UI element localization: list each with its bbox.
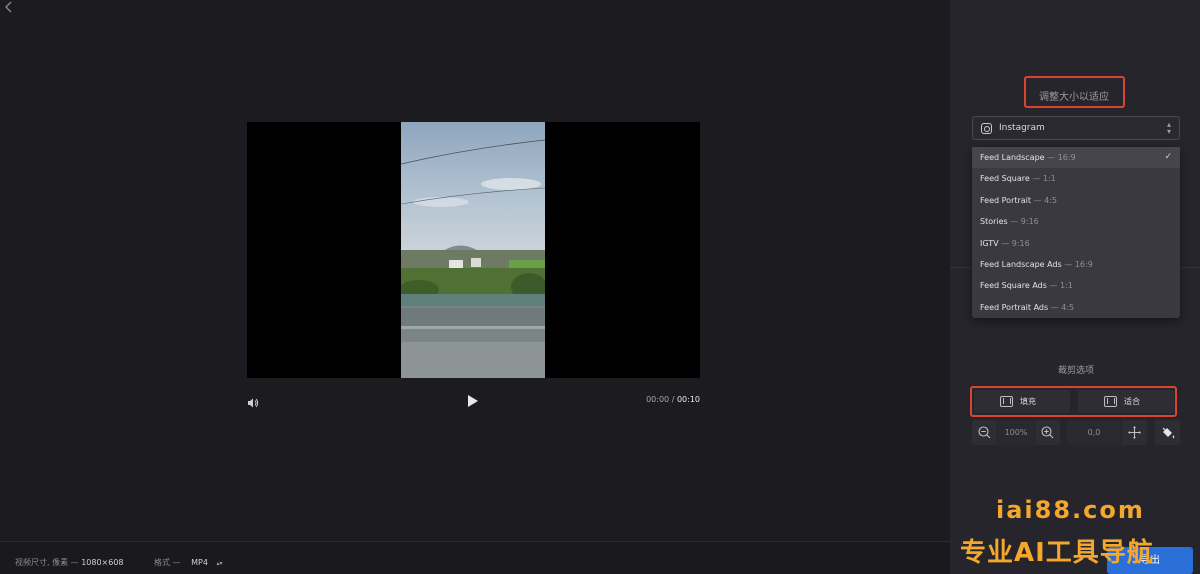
time-separator: / — [671, 395, 675, 404]
format-option-name: Feed Square — [980, 174, 1030, 184]
format-label: 格式 — — [154, 558, 181, 567]
zoom-in-icon — [1041, 426, 1054, 439]
player-controls: 00:00 / 00:10 — [247, 392, 700, 410]
chevron-updown-icon: ▴▾ — [1166, 120, 1171, 136]
format-option[interactable]: Stories — 9:16 — [972, 211, 1180, 232]
format-dropdown: Feed Landscape — 16:9 ✓ Feed Square — 1:1 F… — [972, 147, 1180, 318]
fill-icon — [1000, 396, 1013, 407]
back-arrow-icon[interactable] — [4, 1, 20, 17]
format-option[interactable]: IGTV — 9:16 — [972, 233, 1180, 254]
paint-bucket-icon — [1162, 427, 1175, 439]
play-icon[interactable] — [467, 393, 481, 409]
move-button[interactable] — [1122, 420, 1147, 445]
export-button[interactable]: 导出 — [1107, 547, 1193, 574]
resize-title: 调整大小以适应 — [1039, 92, 1109, 103]
format-option-ratio: — 9:16 — [1010, 217, 1039, 227]
zoom-value[interactable]: 100% — [998, 420, 1034, 445]
format-option[interactable]: Feed Portrait Ads — 4:5 — [972, 297, 1180, 318]
format-option-name: Feed Landscape Ads — [980, 259, 1062, 269]
format-option-ratio: — 1:1 — [1049, 281, 1073, 291]
background-color-button[interactable] — [1155, 420, 1180, 445]
chevron-updown-icon: ▴▾ — [216, 560, 223, 567]
fit-icon — [1104, 396, 1117, 407]
video-preview — [247, 122, 700, 378]
format-option-ratio: — 1:1 — [1032, 174, 1056, 184]
video-dimensions: 视频尺寸, 像素 — 1080×608 — [15, 557, 124, 568]
crop-fit-button[interactable]: 适合 — [1078, 390, 1174, 413]
format-option-ratio: — 16:9 — [1047, 153, 1076, 162]
format-option-name: Stories — [980, 217, 1008, 227]
status-bar: 视频尺寸, 像素 — 1080×608 格式 — MP4 ▴▾ — [0, 541, 950, 574]
crop-options-title: 裁剪选项 — [1057, 366, 1094, 376]
video-dimensions-label: 视频尺寸, 像素 — — [15, 558, 79, 567]
instagram-icon — [981, 123, 992, 134]
crop-fill-button[interactable]: 填充 — [974, 390, 1070, 413]
position-value[interactable]: 0,0 — [1067, 420, 1121, 445]
format-value: MP4 — [191, 558, 208, 567]
zoom-controls: 100% 0,0 — [972, 420, 1180, 445]
crop-fill-label: 填充 — [1020, 397, 1036, 406]
format-option-name: Feed Portrait Ads — [980, 302, 1049, 312]
video-dimensions-value: 1080×608 — [81, 558, 124, 567]
format-option-ratio: — 4:5 — [1033, 195, 1058, 205]
platform-select-label: Instagram — [999, 123, 1045, 133]
total-time: 00:10 — [676, 395, 700, 404]
format-option-name: Feed Square Ads — [980, 281, 1047, 291]
preview-area: 00:00 / 00:10 — [0, 0, 950, 541]
format-option-ratio: — 4:5 — [1050, 302, 1075, 312]
format-option-name: Feed Landscape — [980, 153, 1045, 162]
video-frame-image — [401, 122, 545, 378]
video-resizer-app: 00:00 / 00:10 调整大小以适应 Instagram ▴ ▾ Feed … — [0, 0, 1200, 574]
format-option-name: IGTV — [980, 238, 999, 248]
format-option-name: Feed Portrait — [980, 195, 1032, 205]
zoom-out-button[interactable] — [972, 420, 997, 445]
volume-icon[interactable] — [247, 394, 259, 408]
format-option[interactable]: Feed Square Ads — 1:1 — [972, 275, 1180, 296]
check-icon: ✓ — [1164, 152, 1172, 162]
format-option[interactable]: Feed Landscape — 16:9 ✓ — [972, 147, 1180, 169]
format-select[interactable]: 格式 — MP4 ▴▾ — [154, 557, 223, 568]
format-option[interactable]: Feed Square — 1:1 — [972, 168, 1180, 189]
format-option[interactable]: Feed Landscape Ads — 16:9 — [972, 254, 1180, 275]
crop-fit-label: 适合 — [1124, 397, 1140, 406]
current-time: 00:00 — [646, 395, 670, 404]
format-option-ratio: — 9:16 — [1001, 238, 1030, 248]
zoom-in-button[interactable] — [1035, 420, 1060, 445]
zoom-out-icon — [978, 426, 991, 439]
format-option[interactable]: Feed Portrait — 4:5 — [972, 190, 1180, 211]
move-arrows-icon — [1128, 426, 1141, 439]
time-display: 00:00 / 00:10 — [646, 395, 700, 404]
platform-select[interactable]: Instagram ▴ ▾ — [972, 116, 1180, 140]
format-option-ratio: — 16:9 — [1064, 259, 1093, 269]
